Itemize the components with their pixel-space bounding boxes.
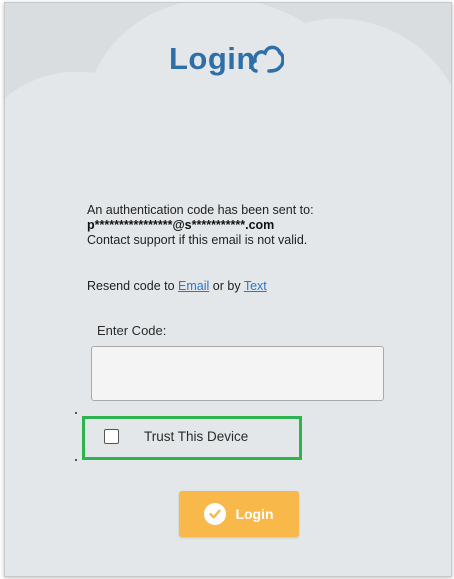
trust-device-label: Trust This Device [144,429,249,444]
resend-middle: or by [209,279,244,293]
logo-text: Login [169,41,256,76]
trust-device-checkbox[interactable] [104,429,119,444]
message-line-sent: An authentication code has been sent to: [87,203,314,217]
code-input[interactable] [91,346,384,401]
marker-dot [75,459,77,461]
masked-email: p****************@s***********.com [87,218,275,232]
cloud-logo-icon [249,45,284,73]
trust-device-option[interactable]: Trust This Device [104,429,248,444]
login-button-label: Login [235,506,274,522]
marker-dot [75,412,77,414]
message-line-support: Contact support if this email is not val… [87,233,308,247]
check-circle-icon [204,503,227,525]
authentication-message: An authentication code has been sent to:… [87,203,407,248]
login-button[interactable]: Login [179,491,299,537]
resend-code-row: Resend code to Email or by Text [87,279,267,293]
resend-email-link[interactable]: Email [178,279,209,293]
enter-code-label: Enter Code: [97,323,167,338]
login-logo: Login [169,41,284,77]
resend-prefix: Resend code to [87,279,179,293]
resend-text-link[interactable]: Text [244,279,267,293]
login-panel: Login An authentication code has been se… [4,2,452,577]
